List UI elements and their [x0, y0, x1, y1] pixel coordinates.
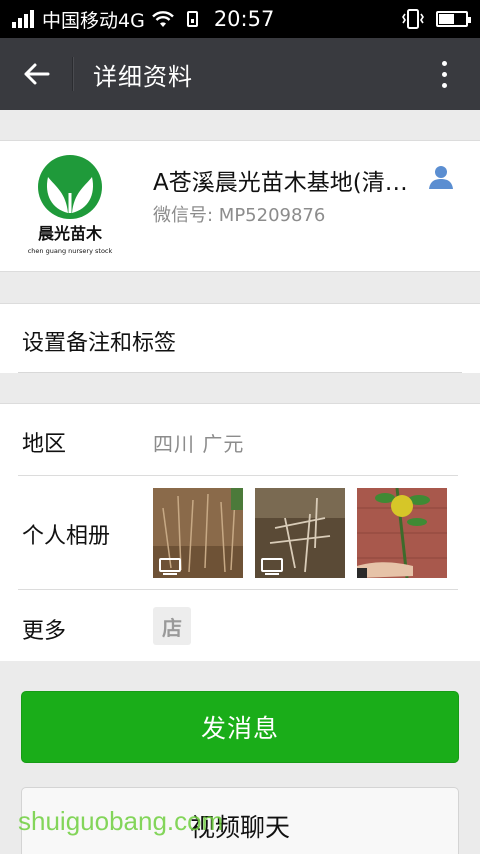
- avatar[interactable]: 晨光苗木 chen guang nursery stock: [22, 153, 118, 261]
- watermark: shuiguobang.com: [18, 806, 224, 836]
- battery-icon: [436, 11, 471, 27]
- svg-text:晨光苗木: 晨光苗木: [38, 224, 103, 243]
- signal-strength-icon: [12, 10, 34, 28]
- region-value: 四川 广元: [153, 432, 245, 456]
- dot-icon: [441, 82, 447, 88]
- dot-icon: [441, 71, 447, 77]
- title-bar: 详细资料: [0, 38, 480, 110]
- divider: [18, 475, 458, 476]
- title-divider: [72, 57, 73, 91]
- info-section: 地区 四川 广元 个人相册 更多 店: [0, 403, 480, 661]
- album-photo-2[interactable]: [255, 488, 345, 578]
- album-photo-3[interactable]: [357, 488, 447, 578]
- clock: 20:57: [213, 7, 275, 31]
- sim-card-icon: [186, 11, 198, 27]
- carrier-label: 中国移动4G: [42, 9, 145, 32]
- video-icon: [159, 558, 181, 575]
- profile-card[interactable]: 晨光苗木 chen guang nursery stock A苍溪晨光苗木基地(…: [0, 140, 480, 272]
- album-label[interactable]: 个人相册: [22, 518, 110, 550]
- back-button[interactable]: [0, 38, 72, 110]
- divider: [18, 372, 462, 373]
- dot-icon: [441, 60, 447, 66]
- profile-name: A苍溪晨光苗木基地(清…: [153, 170, 408, 196]
- region-label: 地区: [22, 432, 67, 457]
- person-icon: [429, 166, 453, 189]
- wifi-icon: [151, 11, 174, 27]
- album-photo-1[interactable]: [153, 488, 243, 578]
- wechat-id: 微信号: MP5209876: [153, 205, 326, 226]
- send-message-button[interactable]: 发消息: [21, 691, 459, 763]
- remark-label: 设置备注和标签: [22, 331, 177, 356]
- more-label[interactable]: 更多: [22, 613, 66, 645]
- nursery-logo: 晨光苗木 chen guang nursery stock: [28, 155, 113, 255]
- divider: [18, 589, 458, 590]
- svg-text:chen guang nursery stock: chen guang nursery stock: [28, 247, 113, 255]
- arrow-left-icon: [24, 63, 50, 85]
- vibrate-icon: [402, 9, 424, 29]
- video-icon: [261, 558, 283, 575]
- page-title: 详细资料: [93, 62, 193, 91]
- more-options-button[interactable]: [408, 38, 480, 110]
- set-remark-and-tags-row[interactable]: 设置备注和标签: [0, 303, 480, 373]
- status-bar: 中国移动4G 20:57: [0, 0, 480, 38]
- shop-icon[interactable]: 店: [153, 607, 191, 645]
